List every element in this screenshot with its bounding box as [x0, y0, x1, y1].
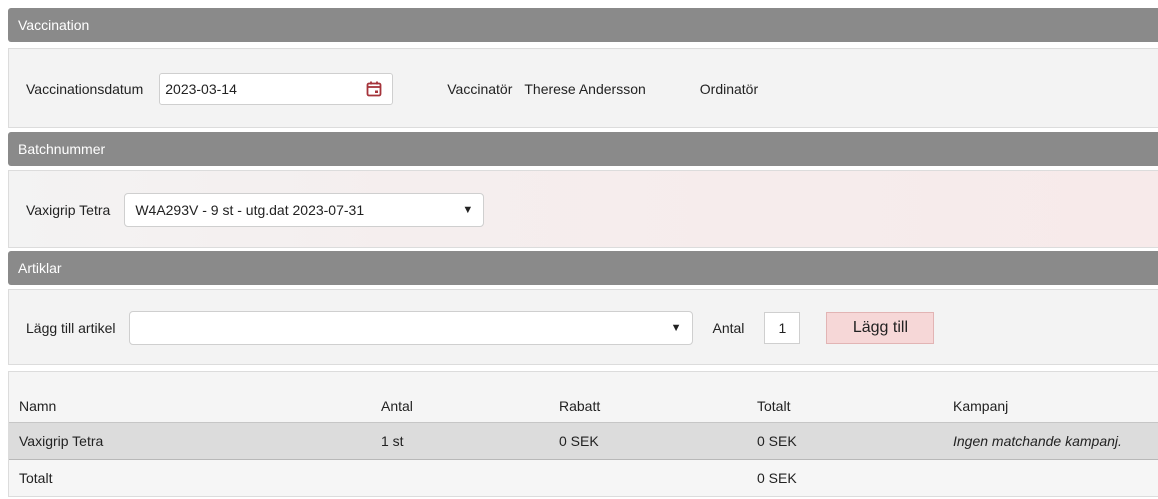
- row-discount: 0 SEK: [559, 433, 599, 449]
- quantity-input[interactable]: 1: [764, 312, 801, 344]
- table-row[interactable]: Vaxigrip Tetra 1 st 0 SEK 0 SEK Ingen ma…: [9, 422, 1158, 460]
- table-header-row: Namn Antal Rabatt Totalt Kampanj: [9, 372, 1158, 423]
- articles-table-panel: Namn Antal Rabatt Totalt Kampanj Vaxigri…: [8, 371, 1158, 497]
- column-header-total: Totalt: [757, 398, 791, 414]
- batch-product-label: Vaxigrip Tetra: [26, 202, 111, 218]
- column-header-discount: Rabatt: [559, 398, 601, 414]
- row-total: 0 SEK: [757, 433, 797, 449]
- total-value: 0 SEK: [757, 470, 797, 486]
- vaccinator-value: Therese Andersson: [524, 81, 646, 97]
- vaccination-panel: Vaccinationsdatum 2023-03-14 Vaccinatör …: [8, 48, 1158, 128]
- add-article-label: Lägg till artikel: [26, 320, 116, 336]
- column-header-campaign: Kampanj: [953, 398, 1009, 414]
- batch-panel: Vaxigrip Tetra W4A293V - 9 st - utg.dat …: [8, 170, 1158, 248]
- page: { "vaccination": { "header": "Vaccinatio…: [0, 0, 1158, 499]
- vaccination-form: Vaccination Vaccinationsdatum 2023-03-14…: [8, 8, 1158, 497]
- articles-table: Namn Antal Rabatt Totalt Kampanj Vaxigri…: [9, 372, 1158, 496]
- quantity-label: Antal: [712, 320, 745, 336]
- quantity-value: 1: [778, 320, 787, 336]
- caret-down-icon: ▼: [462, 204, 474, 216]
- column-header-name: Namn: [19, 398, 57, 414]
- vaccination-date-value: 2023-03-14: [165, 81, 237, 97]
- vaccination-date-label: Vaccinationsdatum: [26, 81, 144, 97]
- articles-add-panel: Lägg till artikel ▼ Antal 1 Lägg till: [8, 289, 1158, 365]
- ordinator-label: Ordinatör: [699, 81, 759, 97]
- batch-select[interactable]: W4A293V - 9 st - utg.dat 2023-07-31 ▼: [124, 193, 485, 227]
- section-header-batch: Batchnummer: [8, 132, 1158, 166]
- section-header-vaccination: Vaccination: [8, 8, 1158, 42]
- column-header-quantity: Antal: [381, 398, 413, 414]
- article-select[interactable]: ▼: [128, 311, 693, 345]
- row-quantity: 1 st: [381, 433, 404, 449]
- row-campaign: Ingen matchande kampanj.: [953, 433, 1122, 449]
- vaccination-date-field[interactable]: 2023-03-14: [159, 73, 394, 105]
- caret-down-icon: ▼: [670, 322, 682, 334]
- section-header-articles: Artiklar: [8, 251, 1158, 285]
- vaccinator-label: Vaccinatör: [447, 81, 513, 97]
- row-name: Vaxigrip Tetra: [19, 433, 104, 449]
- total-label: Totalt: [19, 470, 53, 486]
- add-article-button[interactable]: Lägg till: [826, 312, 935, 344]
- table-total-row: Totalt 0 SEK: [9, 459, 1158, 496]
- calendar-icon[interactable]: [366, 81, 382, 97]
- batch-select-value: W4A293V - 9 st - utg.dat 2023-07-31: [135, 202, 365, 218]
